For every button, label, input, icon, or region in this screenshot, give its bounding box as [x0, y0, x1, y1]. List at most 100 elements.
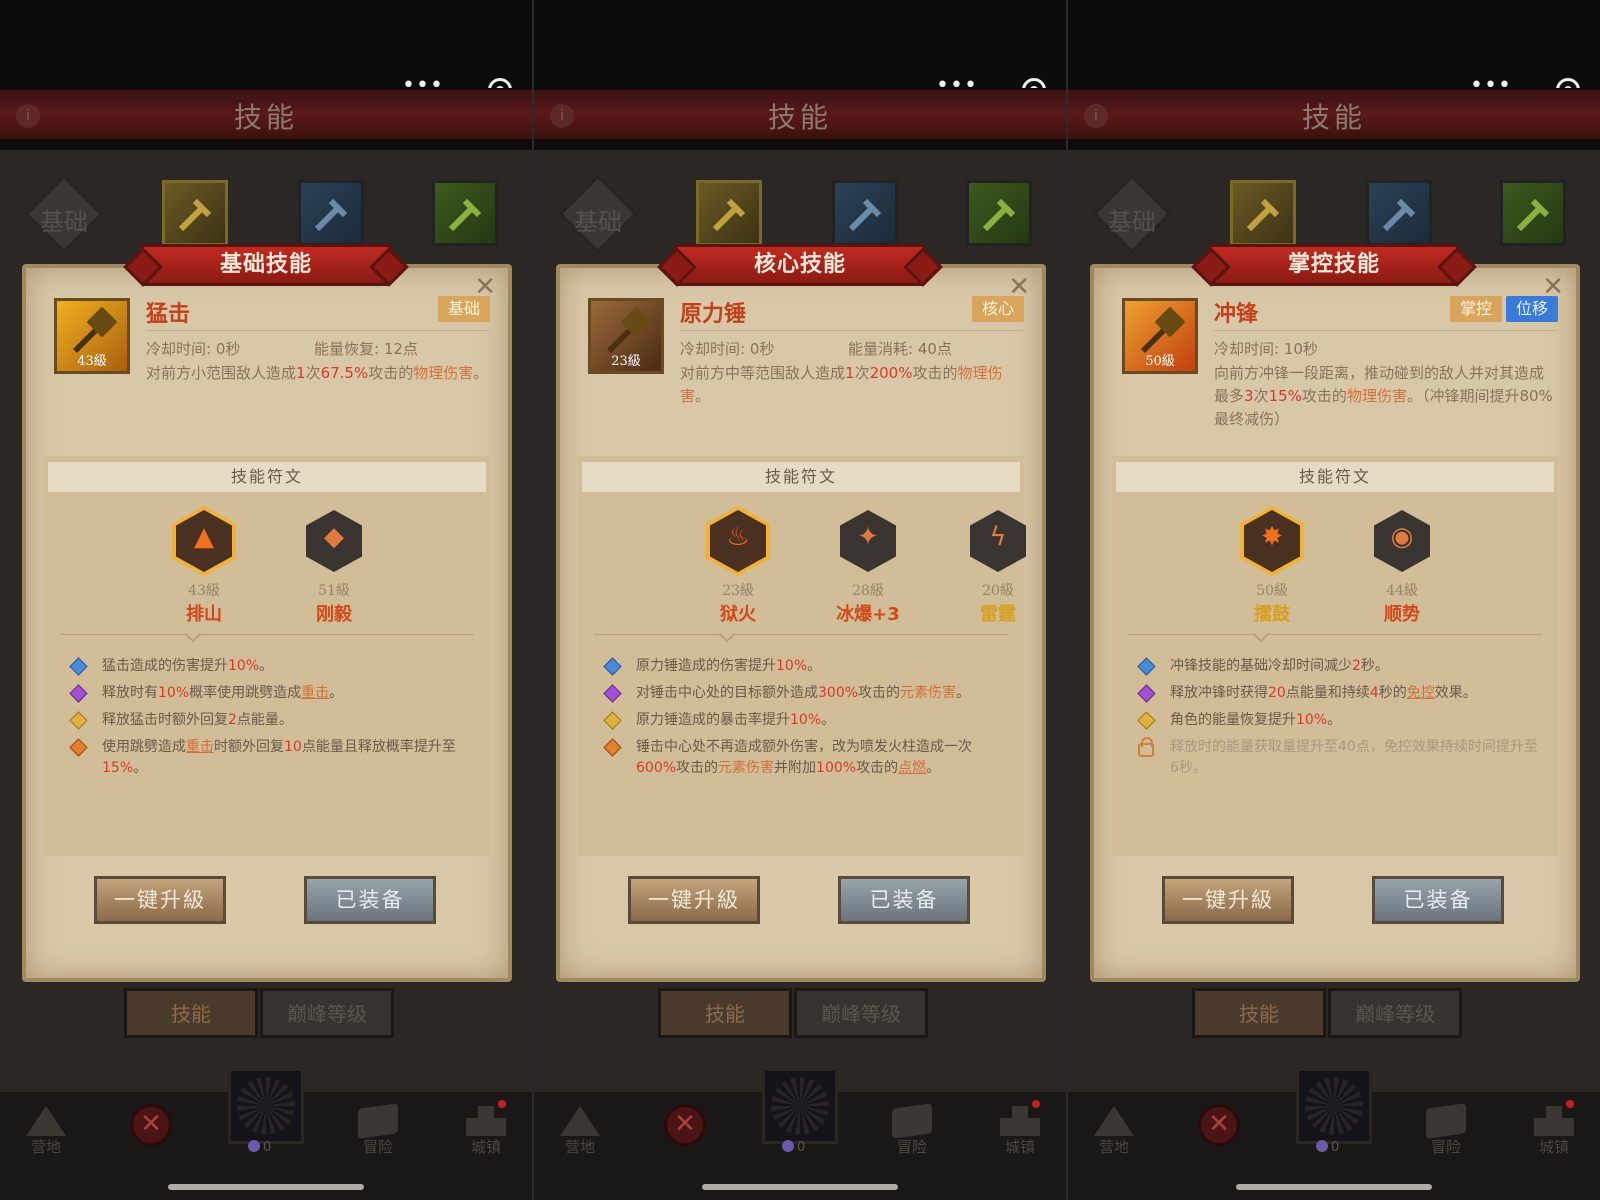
page-title: 技能	[1301, 101, 1366, 134]
tab-peak-level[interactable]: 巅峰等级	[260, 988, 394, 1038]
rune-name: 刚毅	[316, 604, 352, 625]
effect-text: 使用跳劈造成重击时额外回复10点能量且释放概率提升至15%。	[102, 739, 456, 776]
rune-name: 冰爆+3	[836, 604, 900, 625]
divider	[146, 330, 490, 331]
tab-frost-icon[interactable]	[832, 180, 898, 246]
tab-peak-level[interactable]: 巅峰等级	[1328, 988, 1462, 1038]
screenshot-collage: ••• i 技能 基础 ✕ 43級 猛击 基础 冷却时间: 0秒 能量恢复: 1…	[0, 0, 1600, 1200]
diamond-bullet-icon	[69, 657, 88, 676]
gem-count-value: 0	[263, 1140, 272, 1155]
cooldown-text: 冷却时间: 0秒	[680, 340, 775, 358]
energy-text: 能量消耗: 40点	[848, 340, 952, 358]
nav-town-label: 城镇	[1538, 1138, 1569, 1156]
tab-hammer-icon[interactable]	[1230, 180, 1296, 246]
tab-frost-icon[interactable]	[298, 180, 364, 246]
center-skull-button[interactable]	[1296, 1068, 1372, 1144]
map-icon	[892, 1103, 932, 1139]
rune-level: 51級	[318, 583, 350, 599]
skill-detail-panel: ✕ 23級 原力锤 核心 冷却时间: 0秒 能量消耗: 40点 对前方中等范围敌…	[556, 264, 1046, 982]
rune-effects-list: 冲锋技能的基础冷却时间减少2秒。 释放冲锋时获得20点能量和持续4秒的免控效果。角…	[1134, 656, 1546, 785]
effect-item-1: 猛击造成的伤害提升10%。	[66, 656, 478, 677]
equipped-button[interactable]: 已装备	[838, 876, 970, 924]
chevron-down-icon	[1252, 625, 1270, 643]
rune-icon: ◉	[1374, 510, 1430, 572]
bottom-tabs: 技能 巅峰等级	[1192, 988, 1462, 1038]
screen-3: ••• i 技能 基础 ✕ 50級 冲锋 掌控 位移 冷却时间: 10秒 向前方冲…	[1068, 0, 1600, 1200]
gem-count: 0	[1316, 1140, 1339, 1155]
tab-skills[interactable]: 技能	[1192, 988, 1326, 1038]
skill-tags: 基础	[434, 296, 490, 322]
effect-text: 释放时的能量获取量提升至40点，免控效果持续时间提升至6秒。	[1170, 739, 1538, 776]
nav-adventure[interactable]: 冒险	[348, 1103, 408, 1157]
skill-detail-panel: ✕ 50級 冲锋 掌控 位移 冷却时间: 10秒 向前方冲锋一段距离，推动碰到的敌…	[1090, 264, 1580, 982]
nav-camp[interactable]: 营地	[550, 1106, 610, 1157]
nav-adventure-label: 冒险	[896, 1138, 927, 1156]
upgrade-all-button[interactable]: 一键升級	[628, 876, 760, 924]
cancel-x-icon[interactable]: ✕	[130, 1104, 172, 1146]
top-bar: i 技能	[534, 88, 1066, 142]
effect-item-4: 使用跳劈造成重击时额外回复10点能量且释放概率提升至15%。	[66, 737, 478, 779]
rune-2[interactable]: ✦ 28級 冰爆+3	[828, 510, 908, 625]
tab-hammer-icon[interactable]	[696, 180, 762, 246]
skill-icon: 43級	[54, 298, 130, 374]
tab-charge-icon[interactable]	[432, 180, 498, 246]
tab-frost-icon[interactable]	[1366, 180, 1432, 246]
tab-hammer-icon[interactable]	[162, 180, 228, 246]
nav-adventure[interactable]: 冒险	[1416, 1103, 1476, 1157]
energy-text: 能量恢复: 12点	[314, 340, 418, 358]
center-skull-button[interactable]	[762, 1068, 838, 1144]
effect-text: 锤击中心处不再造成额外伤害，改为喷发火柱造成一次600%攻击的元素伤害并附加10…	[636, 739, 972, 776]
castle-icon	[1534, 1106, 1574, 1136]
rune-icon: ◆	[306, 510, 362, 572]
skill-description: 对前方中等范围敌人造成1次200%攻击的物理伤害。	[680, 364, 1003, 405]
rune-section: 技能符文 ▲ 43級 排山 ◆ 51級 刚毅 猛击造成的伤害提升10%。 释放时有…	[44, 456, 490, 856]
effect-item-3: 释放猛击时额外回复2点能量。	[66, 710, 478, 731]
tab-skills[interactable]: 技能	[658, 988, 792, 1038]
diamond-bullet-icon	[1137, 711, 1156, 730]
upgrade-all-button[interactable]: 一键升級	[94, 876, 226, 924]
nav-camp[interactable]: 营地	[1084, 1106, 1144, 1157]
tab-skills[interactable]: 技能	[124, 988, 258, 1038]
nav-adventure[interactable]: 冒险	[882, 1103, 942, 1157]
effect-text: 释放时有10%概率使用跳劈造成重击。	[102, 685, 344, 701]
rune-2[interactable]: ◆ 51級 刚毅	[294, 510, 374, 625]
skill-description: 对前方小范围敌人造成1次67.5%攻击的物理伤害。	[146, 364, 489, 382]
rune-level: 44級	[1386, 583, 1418, 599]
skill-level: 43級	[77, 354, 107, 369]
panel-ribbon-title: 基础技能	[140, 244, 392, 286]
tab-charge-icon[interactable]	[966, 180, 1032, 246]
skill-name: 冲锋	[1214, 302, 1259, 327]
tent-icon	[560, 1106, 600, 1136]
skill-meta: 冷却时间: 0秒 能量恢复: 12点	[146, 338, 490, 359]
chevron-down-icon	[184, 625, 202, 643]
nav-town[interactable]: 城镇	[456, 1106, 516, 1157]
nav-camp-label: 营地	[1098, 1138, 1129, 1156]
cancel-x-icon[interactable]: ✕	[1198, 1104, 1240, 1146]
nav-camp[interactable]: 营地	[16, 1106, 76, 1157]
cancel-x-icon[interactable]: ✕	[664, 1104, 706, 1146]
equipped-button[interactable]: 已装备	[1372, 876, 1504, 924]
nav-town[interactable]: 城镇	[1524, 1106, 1584, 1157]
diamond-bullet-icon	[69, 684, 88, 703]
upgrade-all-button[interactable]: 一键升級	[1162, 876, 1294, 924]
center-skull-button[interactable]	[228, 1068, 304, 1144]
top-bar: i 技能	[0, 88, 532, 142]
nav-town[interactable]: 城镇	[990, 1106, 1050, 1157]
effect-item-4: 释放时的能量获取量提升至40点，免控效果持续时间提升至6秒。	[1134, 737, 1546, 779]
gem-count-value: 0	[1331, 1140, 1340, 1155]
basic-tab-label: 基础	[574, 208, 622, 236]
cooldown-text: 冷却时间: 0秒	[146, 340, 241, 358]
effect-item-1: 原力锤造成的伤害提升10%。	[600, 656, 1012, 677]
effect-text: 对锤击中心处的目标额外造成300%攻击的元素伤害。	[636, 685, 971, 701]
effect-item-2: 释放时有10%概率使用跳劈造成重击。	[66, 683, 478, 704]
equipped-button[interactable]: 已装备	[304, 876, 436, 924]
skill-icon: 23級	[588, 298, 664, 374]
skill-name: 猛击	[146, 302, 191, 327]
effect-item-4: 锤击中心处不再造成额外伤害，改为喷发火柱造成一次600%攻击的元素伤害并附加10…	[600, 737, 1012, 779]
tab-charge-icon[interactable]	[1500, 180, 1566, 246]
tab-peak-level[interactable]: 巅峰等级	[794, 988, 928, 1038]
rune-icon: ✦	[840, 510, 896, 572]
rune-2[interactable]: ◉ 44級 顺势	[1362, 510, 1442, 625]
skill-level: 23級	[611, 354, 641, 369]
rune-3[interactable]: ϟ 20級 雷霆	[958, 510, 1038, 625]
